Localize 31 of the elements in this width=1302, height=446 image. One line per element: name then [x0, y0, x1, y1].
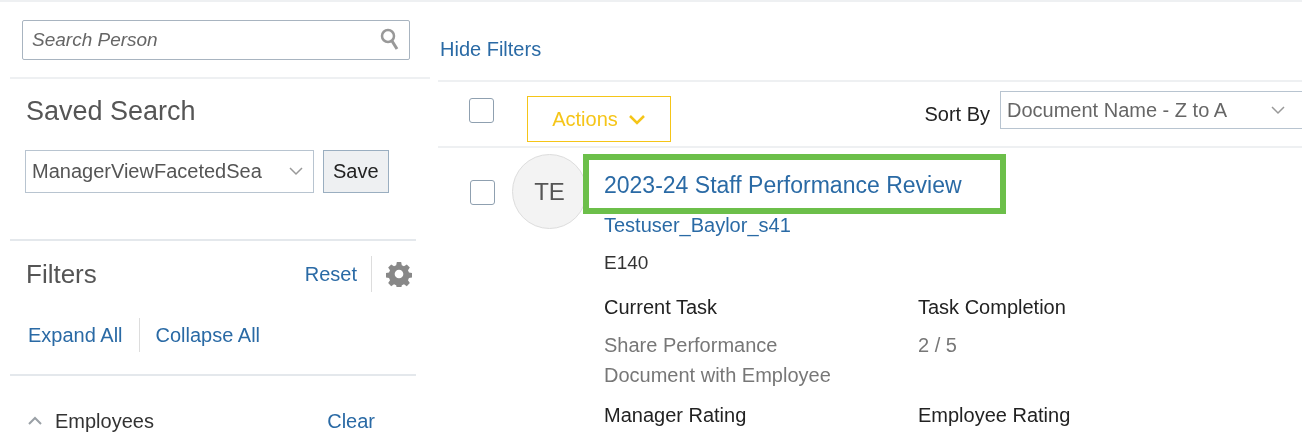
checkbox[interactable] — [470, 180, 495, 205]
collapse-all-link[interactable]: Collapse All — [155, 319, 261, 350]
sort-select[interactable]: Document Name - Z to A — [1000, 91, 1302, 129]
search-icon[interactable] — [380, 28, 400, 52]
saved-search-select[interactable]: ManagerViewFacetedSea — [25, 149, 314, 193]
reset-link[interactable]: Reset — [304, 259, 357, 289]
field-label: Current Task — [604, 294, 718, 320]
save-button[interactable]: Save — [323, 149, 389, 193]
search-box[interactable]: Search Person — [22, 20, 410, 60]
search-input[interactable]: Search Person — [32, 25, 380, 55]
chevron-down-icon — [289, 166, 303, 176]
field-label: Manager Rating — [604, 402, 748, 428]
person-link[interactable]: Testuser_Baylor_s41 — [604, 214, 1218, 236]
chevron-up-icon[interactable] — [27, 415, 43, 426]
field-label: Task Completion — [918, 294, 1067, 320]
person-id: E140 — [604, 251, 650, 275]
settings-icon[interactable] — [386, 261, 412, 287]
checkbox[interactable] — [469, 98, 494, 123]
field-label: Employee Rating — [918, 402, 1072, 428]
section-heading: Filters — [26, 257, 97, 291]
clear-link[interactable]: Clear — [327, 405, 375, 436]
section-heading: Saved Search — [25, 95, 197, 128]
field-value: Share Performance Document with Employee — [604, 332, 832, 388]
hide-filters-link[interactable]: Hide Filters — [440, 38, 542, 60]
section-title: Employees — [55, 408, 154, 434]
sort-label: Sort By — [924, 102, 990, 127]
field-value: 2 / 5 — [918, 332, 958, 358]
chevron-down-icon — [627, 113, 646, 125]
expand-all-link[interactable]: Expand All — [28, 319, 123, 350]
chevron-down-icon — [1271, 105, 1285, 115]
document-link[interactable]: 2023-24 Staff Performance Review — [604, 172, 962, 198]
